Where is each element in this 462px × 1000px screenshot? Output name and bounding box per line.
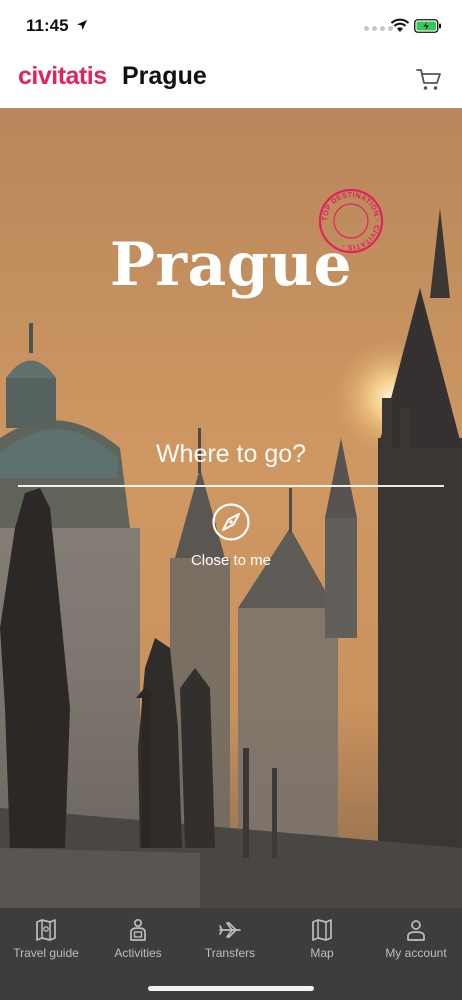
city-title: Prague (122, 62, 207, 90)
person-ticket-icon (130, 918, 146, 941)
status-time: 11:45 (26, 16, 69, 35)
search-input[interactable] (18, 430, 444, 478)
tab-my-account[interactable]: My account (370, 908, 462, 978)
close-to-me-button[interactable]: Close to me (171, 502, 291, 574)
tab-label: My account (385, 946, 447, 960)
tab-label: Map (310, 946, 334, 960)
map-book-icon (36, 919, 56, 941)
map-icon (312, 919, 332, 941)
tab-label: Travel guide (13, 946, 79, 960)
search-underline (18, 485, 444, 487)
signal-icon (364, 26, 393, 31)
hero-section: TOP DESTINATION · CIVITATIS · Prague Clo… (0, 108, 462, 908)
tab-transfers[interactable]: Transfers (184, 908, 276, 978)
user-icon (407, 920, 425, 941)
close-to-me-label: Close to me (190, 552, 272, 569)
tab-label: Transfers (204, 946, 256, 960)
search-field[interactable] (18, 430, 444, 486)
status-bar: 11:45 (0, 0, 462, 56)
tab-bar: Travel guide Activities Transfers Map My… (0, 908, 462, 1000)
battery-icon (414, 19, 441, 33)
civitatis-logo[interactable]: civitatis (18, 62, 107, 91)
tab-activities[interactable]: Activities (92, 908, 184, 978)
tab-travel-guide[interactable]: Travel guide (0, 908, 92, 978)
tab-label: Activities (114, 946, 162, 960)
location-arrow-icon (77, 20, 87, 30)
wifi-icon (390, 18, 410, 32)
plane-icon (219, 922, 241, 938)
home-indicator (148, 986, 314, 991)
cart-icon[interactable] (414, 66, 444, 94)
hero-title: Prague (109, 230, 353, 300)
app-header: civitatis Prague (0, 56, 462, 108)
tab-map[interactable]: Map (276, 908, 368, 978)
compass-icon (212, 503, 250, 541)
